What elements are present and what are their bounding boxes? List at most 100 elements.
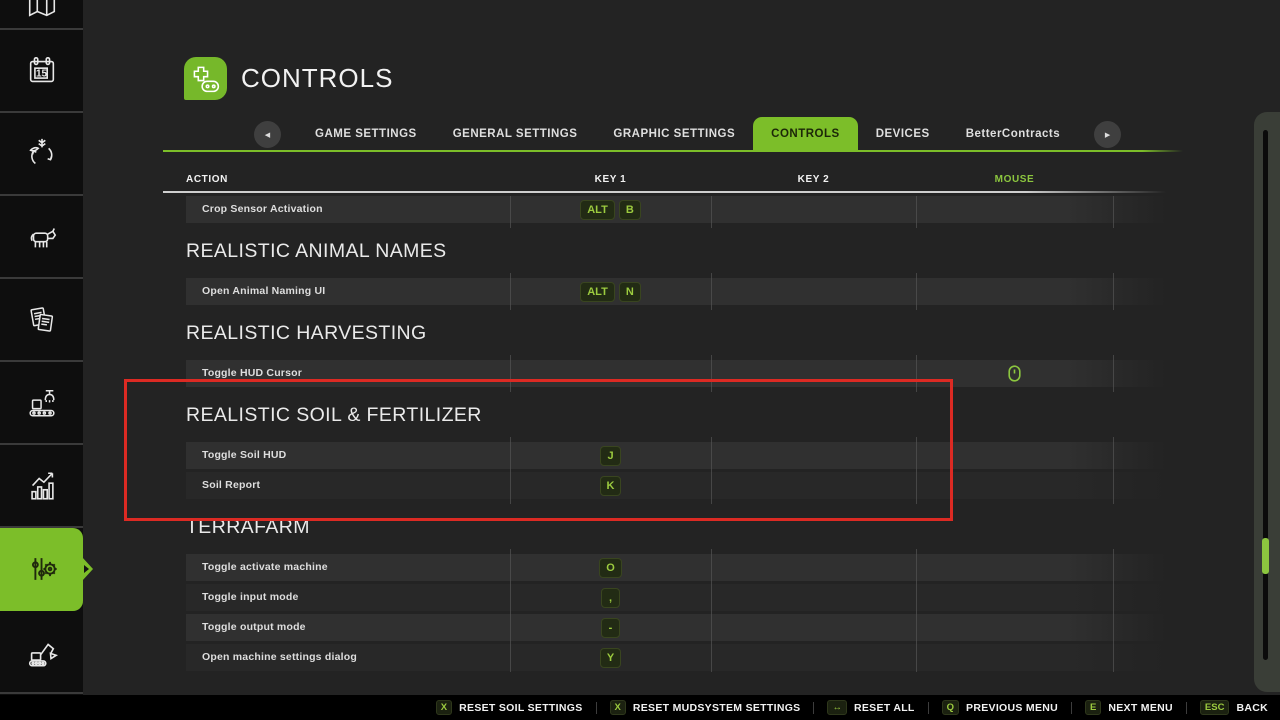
column-divider [711, 273, 712, 310]
keybind-row[interactable]: Toggle activate machine O [186, 554, 1166, 581]
mouse-cell[interactable] [916, 360, 1113, 387]
action-label: Toggle Soil HUD [202, 442, 286, 469]
page-title: CONTROLS [241, 63, 393, 94]
tabs-prev-button[interactable]: ◀ [254, 121, 281, 148]
sidebar-item-crop-rotation[interactable] [0, 113, 83, 196]
statistics-icon [25, 469, 59, 503]
column-divider [711, 355, 712, 392]
footer-action-previous-menu[interactable]: QPREVIOUS MENU [942, 700, 1058, 715]
keybind-row[interactable]: Toggle HUD Cursor [186, 360, 1166, 387]
footer-action-reset-all[interactable]: ↔RESET ALL [827, 700, 914, 715]
mouse-cell[interactable] [916, 196, 1113, 223]
mouse-cell[interactable] [916, 278, 1113, 305]
sidebar-item-settings[interactable] [0, 528, 83, 611]
section-rows: Open Animal Naming UIALTN [186, 278, 1166, 305]
section-title: REALISTIC ANIMAL NAMES [186, 239, 1166, 263]
key1-cell[interactable]: Y [510, 644, 711, 671]
footer-action-next-menu[interactable]: ENEXT MENU [1085, 700, 1173, 715]
key2-cell[interactable] [711, 472, 916, 499]
key1-cell[interactable]: ALTN [510, 278, 711, 305]
key1-cell[interactable]: K [510, 472, 711, 499]
calendar-day-label: 15 [36, 68, 47, 79]
tab-game-settings[interactable]: GAME SETTINGS [297, 117, 435, 152]
column-divider [510, 273, 511, 310]
key1-cell[interactable]: J [510, 442, 711, 469]
action-label: Toggle activate machine [202, 554, 328, 581]
mouse-cell[interactable] [916, 554, 1113, 581]
column-divider [1113, 549, 1114, 672]
footer-divider [1186, 702, 1187, 714]
hotkey-badge: ↔ [827, 700, 847, 715]
key-badge: B [619, 200, 641, 220]
scrollbar-thumb[interactable] [1262, 538, 1269, 574]
key1-cell[interactable]: O [510, 554, 711, 581]
scrollbar[interactable] [1254, 112, 1280, 692]
keybind-row[interactable]: Open machine settings dialog Y [186, 644, 1166, 671]
column-divider [1113, 273, 1114, 310]
column-divider [510, 196, 511, 228]
sidebar-item-calendar[interactable]: 15 [0, 30, 83, 113]
key1-cell[interactable]: ALTB [510, 196, 711, 223]
sidebar-item-production[interactable] [0, 362, 83, 445]
animals-icon [25, 220, 59, 254]
key2-cell[interactable] [711, 278, 916, 305]
key-badge: , [601, 588, 620, 608]
column-divider [510, 437, 511, 504]
key2-cell[interactable] [711, 614, 916, 641]
key-badge: N [619, 282, 641, 302]
sidebar-item-statistics[interactable] [0, 445, 83, 528]
hotkey-badge: Q [942, 700, 959, 715]
keybind-row[interactable]: Soil ReportK [186, 472, 1166, 499]
sidebar-item-construction[interactable] [0, 611, 83, 694]
footer-action-reset-soil-settings[interactable]: XRESET SOIL SETTINGS [436, 700, 583, 715]
footer-hotkey-bar: XRESET SOIL SETTINGS XRESET MUDSYSTEM SET… [0, 695, 1280, 720]
footer-action-reset-mudsystem-settings[interactable]: XRESET MUDSYSTEM SETTINGS [610, 700, 801, 715]
sidebar-item-map[interactable] [0, 0, 83, 30]
key2-cell[interactable] [711, 554, 916, 581]
mouse-cell[interactable] [916, 614, 1113, 641]
mouse-cell[interactable] [916, 584, 1113, 611]
footer-divider [596, 702, 597, 714]
column-divider [510, 549, 511, 672]
tabs-next-button[interactable]: ▶ [1094, 121, 1121, 148]
action-label: Open machine settings dialog [202, 644, 357, 671]
key2-cell[interactable] [711, 644, 916, 671]
mouse-icon [1008, 365, 1021, 382]
mouse-cell[interactable] [916, 472, 1113, 499]
tab-devices[interactable]: DEVICES [858, 117, 948, 152]
section-title: REALISTIC SOIL & FERTILIZER [186, 403, 1166, 427]
key1-cell[interactable] [510, 360, 711, 387]
key2-cell[interactable] [711, 360, 916, 387]
map-icon [25, 7, 59, 21]
tab-bettercontracts[interactable]: BetterContracts [948, 117, 1078, 152]
keybind-row[interactable]: Toggle Soil HUD J [186, 442, 1166, 469]
tab-general-settings[interactable]: GENERAL SETTINGS [435, 117, 596, 152]
mouse-cell[interactable] [916, 644, 1113, 671]
column-divider [711, 437, 712, 504]
column-divider [510, 355, 511, 392]
keybind-row[interactable]: Open Animal Naming UIALTN [186, 278, 1166, 305]
section-rows: Toggle HUD Cursor [186, 360, 1166, 387]
tab-underline [163, 150, 1183, 152]
key1-cell[interactable]: , [510, 584, 711, 611]
key2-cell[interactable] [711, 584, 916, 611]
sidebar-item-animals[interactable] [0, 196, 83, 279]
footer-action-back[interactable]: ESCBACK [1200, 700, 1268, 715]
tab-graphic-settings[interactable]: GRAPHIC SETTINGS [595, 117, 753, 152]
keybind-row[interactable]: Toggle output mode- [186, 614, 1166, 641]
mouse-cell[interactable] [916, 442, 1113, 469]
column-divider [711, 549, 712, 672]
tab-bar: ◀ GAME SETTINGSGENERAL SETTINGSGRAPHIC SE… [254, 117, 1121, 152]
footer-divider [928, 702, 929, 714]
key2-cell[interactable] [711, 196, 916, 223]
tab-controls[interactable]: CONTROLS [753, 117, 858, 152]
column-divider [916, 549, 917, 672]
column-divider [916, 355, 917, 392]
key2-cell[interactable] [711, 442, 916, 469]
column-divider [1113, 196, 1114, 228]
key1-cell[interactable]: - [510, 614, 711, 641]
hotkey-label: RESET MUDSYSTEM SETTINGS [633, 702, 801, 714]
keybind-row[interactable]: Crop Sensor ActivationALTB [186, 196, 1166, 223]
keybind-row[interactable]: Toggle input mode, [186, 584, 1166, 611]
sidebar-item-contracts[interactable] [0, 279, 83, 362]
